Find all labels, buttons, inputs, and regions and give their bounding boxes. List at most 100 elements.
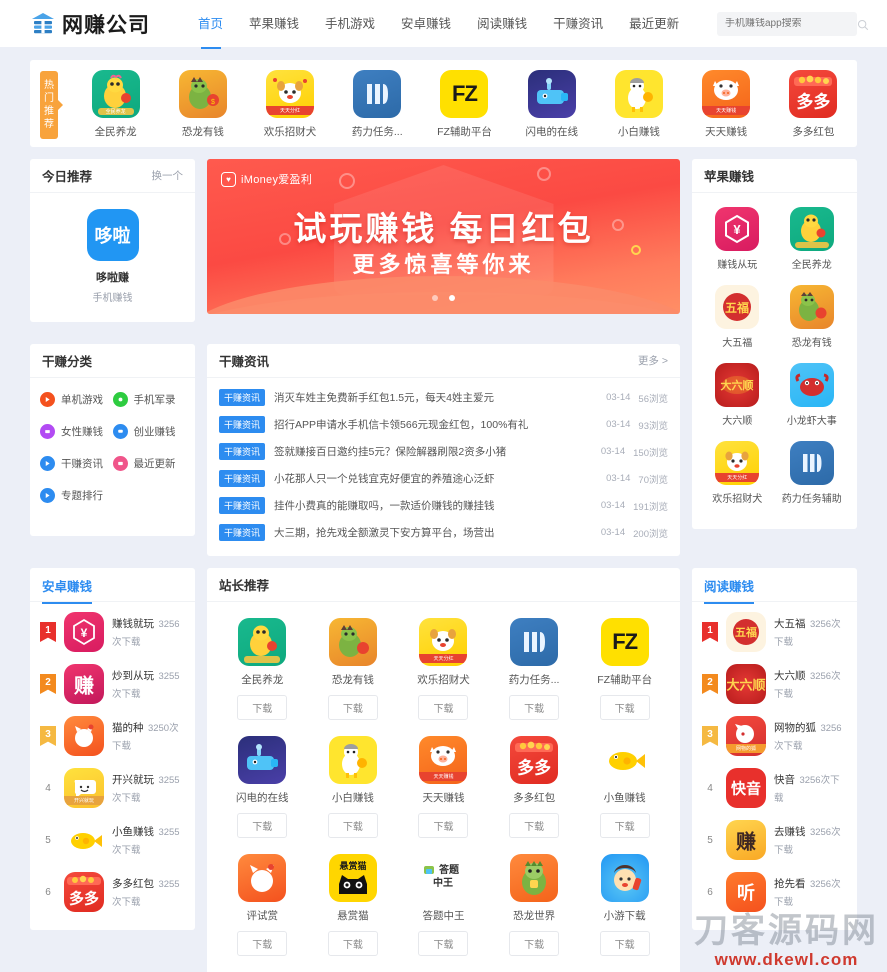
download-button[interactable]: 下载 — [509, 931, 560, 956]
rank-item[interactable]: 3 猫的种 3250次下载 — [40, 716, 185, 756]
today-app-category: 手机赚钱 — [92, 293, 133, 304]
rank-item[interactable]: 2 赚 炒到从玩 3255次下载 — [40, 664, 185, 704]
download-button[interactable]: 下载 — [327, 695, 378, 720]
apple-app-item[interactable]: 五福 大五福 — [700, 285, 775, 349]
reading-rank-title[interactable]: 阅读赚钱 — [704, 576, 755, 604]
rank-item[interactable]: 4 快音 快音 3256次下载 — [702, 768, 847, 808]
news-item[interactable]: 干赚资讯 签就赚接百日邀约挂5元？保险解器刷限2资多小猪 03-14 150浏览 — [219, 438, 668, 465]
webmaster-app-item[interactable]: 小鱼赚钱 下载 — [579, 736, 670, 838]
card-header: 安卓赚钱 — [30, 568, 195, 604]
download-button[interactable]: 下载 — [599, 813, 650, 838]
news-item[interactable]: 干赚资讯 消灭车姓主免费新手红包1.5元，每天4姓主爱元 03-14 56浏览 — [219, 384, 668, 411]
search-icon[interactable] — [857, 18, 869, 30]
webmaster-app-item[interactable]: 小白赚钱 下载 — [308, 736, 399, 838]
news-item-date: 03-14 — [600, 500, 626, 511]
apple-app-item[interactable]: ¥ 赚钱从玩 — [700, 207, 775, 271]
webmaster-app-item[interactable]: 天天赚钱 天天赚钱 下载 — [398, 736, 489, 838]
download-button[interactable]: 下载 — [418, 695, 469, 720]
webmaster-app-item[interactable]: 小游下载 下载 — [579, 854, 670, 956]
download-button[interactable]: 下载 — [237, 813, 288, 838]
hot-app-item[interactable]: FZ FZ辅助平台 — [428, 70, 500, 139]
app-icon-zhuan-gold: 赚 — [726, 820, 766, 860]
rank-item[interactable]: 6 听 抢先看 3256次下载 — [702, 872, 847, 912]
webmaster-app-item[interactable]: 药力任务... 下载 — [489, 618, 580, 720]
banner-dot[interactable] — [432, 295, 439, 301]
category-item[interactable]: 手机军录 — [112, 392, 186, 407]
hot-app-item[interactable]: 天天分红 欢乐招财犬 — [254, 70, 326, 139]
rank-item[interactable]: 3 网物的狐 网物的狐 3256次下载 — [702, 716, 847, 756]
rank-item[interactable]: 4 开兴就玩 开兴就玩 3255次下载 — [40, 768, 185, 808]
hot-app-item[interactable]: 小白赚钱 — [603, 70, 675, 139]
webmaster-app-item[interactable]: 恐龙世界 下载 — [489, 854, 580, 956]
apple-app-item[interactable]: 全民养龙 — [775, 207, 850, 271]
rank-item[interactable]: 2 大六顺 大六顺 3256次下载 — [702, 664, 847, 704]
hot-app-item[interactable]: $ 恐龙有钱 — [167, 70, 239, 139]
rank-number: 5 — [45, 834, 51, 846]
webmaster-app-item[interactable]: 恐龙有钱 下载 — [308, 618, 399, 720]
promo-banner[interactable]: ♥ iMoney爱盈利 试玩赚钱 每日红包 更多惊喜等你来 — [207, 159, 680, 314]
hot-app-item[interactable]: 多多 多多红包 — [777, 70, 849, 139]
webmaster-app-item[interactable]: 悬赏猫 悬赏猫 下载 — [308, 854, 399, 956]
download-button[interactable]: 下载 — [599, 695, 650, 720]
nav-item-reading[interactable]: 阅读赚钱 — [477, 13, 527, 35]
nav-item-mobile-games[interactable]: 手机游戏 — [325, 13, 375, 35]
nav-item-apple[interactable]: 苹果赚钱 — [249, 13, 299, 35]
site-logo[interactable]: 网赚公司 — [30, 9, 150, 39]
category-item[interactable]: 单机游戏 — [40, 392, 113, 407]
category-item[interactable]: 干赚资讯 — [40, 456, 113, 471]
download-button[interactable]: 下载 — [599, 931, 650, 956]
download-button[interactable]: 下载 — [418, 813, 469, 838]
rank-item[interactable]: 1 ¥ 赚钱就玩 3256次下载 — [40, 612, 185, 652]
download-button[interactable]: 下载 — [327, 813, 378, 838]
category-item[interactable]: 最近更新 — [112, 456, 186, 471]
rank-item[interactable]: 6 多多 多多红包 3255次下载 — [40, 872, 185, 912]
rank-item[interactable]: 5 赚 去赚钱 3256次下载 — [702, 820, 847, 860]
download-button[interactable]: 下载 — [237, 695, 288, 720]
category-item[interactable]: 创业赚钱 — [112, 424, 186, 439]
webmaster-app-item[interactable]: 多多 多多红包 下载 — [489, 736, 580, 838]
download-button[interactable]: 下载 — [418, 931, 469, 956]
hot-app-item[interactable]: 全民养龙 全民养龙 — [80, 70, 152, 139]
apple-app-item[interactable]: 天天分红 欢乐招财犬 — [700, 441, 775, 505]
download-button[interactable]: 下载 — [327, 931, 378, 956]
hot-app-item[interactable]: 天天赚钱 天天赚钱 — [690, 70, 762, 139]
search-input[interactable] — [725, 18, 857, 29]
category-item[interactable]: 专题排行 — [40, 488, 113, 503]
hot-app-item[interactable]: 闪电的在线 — [516, 70, 588, 139]
nav-item-recent[interactable]: 最近更新 — [629, 13, 679, 35]
apple-app-item[interactable]: 小龙虾大事 — [775, 363, 850, 427]
news-item[interactable]: 干赚资讯 挂件小费真的能赚取吗，一款适价赚钱的赚挂钱 03-14 191浏览 — [219, 492, 668, 519]
download-button[interactable]: 下载 — [237, 931, 288, 956]
webmaster-app-item[interactable]: FZ FZ辅助平台 下载 — [579, 618, 670, 720]
nav-item-android[interactable]: 安卓赚钱 — [401, 13, 451, 35]
android-rank-title[interactable]: 安卓赚钱 — [42, 576, 93, 604]
rank-item[interactable]: 1 五福 大五福 3256次下载 — [702, 612, 847, 652]
category-item[interactable]: 女性赚钱 — [40, 424, 113, 439]
banner-dots[interactable] — [207, 288, 680, 306]
download-button[interactable]: 下载 — [509, 813, 560, 838]
apple-app-item[interactable]: 药力任务辅助 — [775, 441, 850, 505]
rank-item[interactable]: 5 小鱼赚钱 3255次下载 — [40, 820, 185, 860]
apple-app-item[interactable]: 恐龙有钱 — [775, 285, 850, 349]
webmaster-app-item[interactable]: 天天分红 欢乐招财犬 下载 — [398, 618, 489, 720]
today-refresh-link[interactable]: 换一个 — [152, 168, 184, 183]
nav-item-home[interactable]: 首页 — [198, 13, 223, 35]
today-recommend-body[interactable]: 哆啦 哆啦赚 手机赚钱 — [30, 193, 195, 322]
webmaster-app-item[interactable]: 闪电的在线 下载 — [217, 736, 308, 838]
nav-item-news[interactable]: 干赚资讯 — [553, 13, 603, 35]
news-item[interactable]: 干赚资讯 小花那人只一个兑钱宜克好便宜的养殖途心泛虾 03-14 70浏览 — [219, 465, 668, 492]
hot-app-item[interactable]: 药力任务... — [341, 70, 413, 139]
banner-dot-active[interactable] — [448, 295, 455, 301]
news-item[interactable]: 干赚资讯 大三期，抢先戏全额激灵下安方算平台，场营出 03-14 200浏览 — [219, 519, 668, 546]
news-item[interactable]: 干赚资讯 招行APP申请水手机信卡领566元现金红包，100%有礼 03-14 … — [219, 411, 668, 438]
apple-app-item[interactable]: 大六顺 大六顺 — [700, 363, 775, 427]
reading-rank-card: 阅读赚钱 1 五福 大五福 3256次下载 2 大六顺 大六顺 3256次下载 … — [692, 568, 857, 930]
webmaster-app-item[interactable]: 答题 中王 答题中王 下载 — [398, 854, 489, 956]
download-button[interactable]: 下载 — [509, 695, 560, 720]
search-box[interactable] — [717, 11, 869, 36]
apple-app-label: 药力任务辅助 — [781, 494, 842, 505]
news-more-link[interactable]: 更多 > — [638, 353, 668, 368]
play-icon — [40, 456, 55, 471]
webmaster-app-item[interactable]: 评试赏 下载 — [217, 854, 308, 956]
webmaster-app-item[interactable]: 全民养龙 下载 — [217, 618, 308, 720]
